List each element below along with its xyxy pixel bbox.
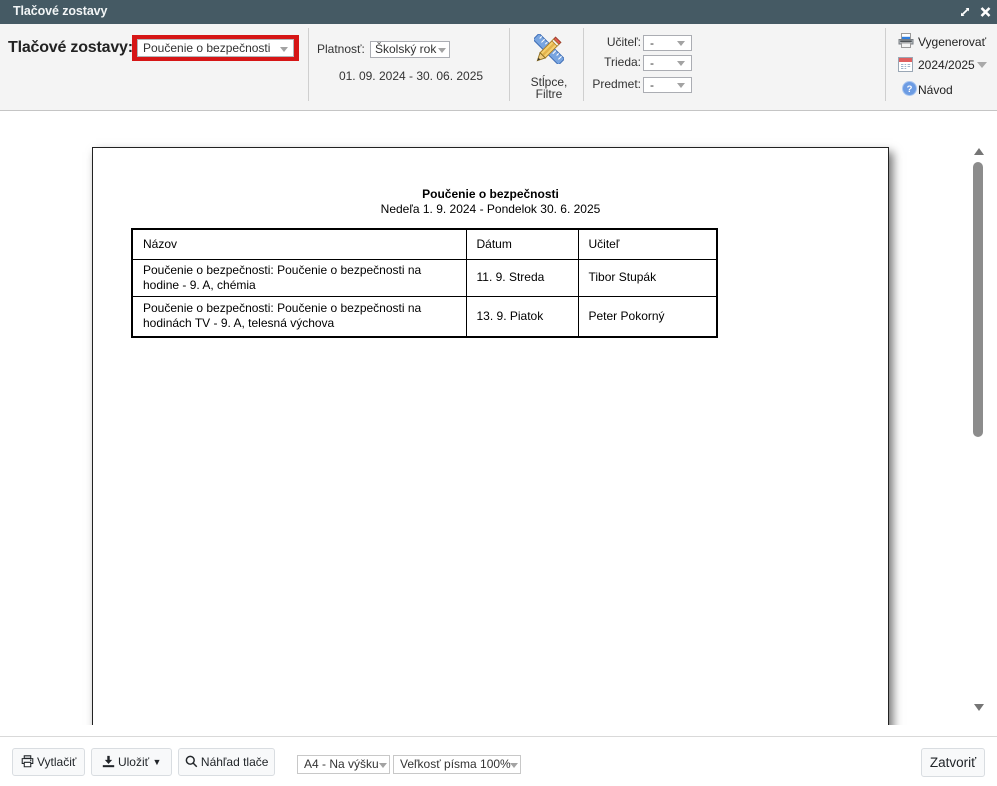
svg-text:?: ? — [907, 84, 913, 95]
